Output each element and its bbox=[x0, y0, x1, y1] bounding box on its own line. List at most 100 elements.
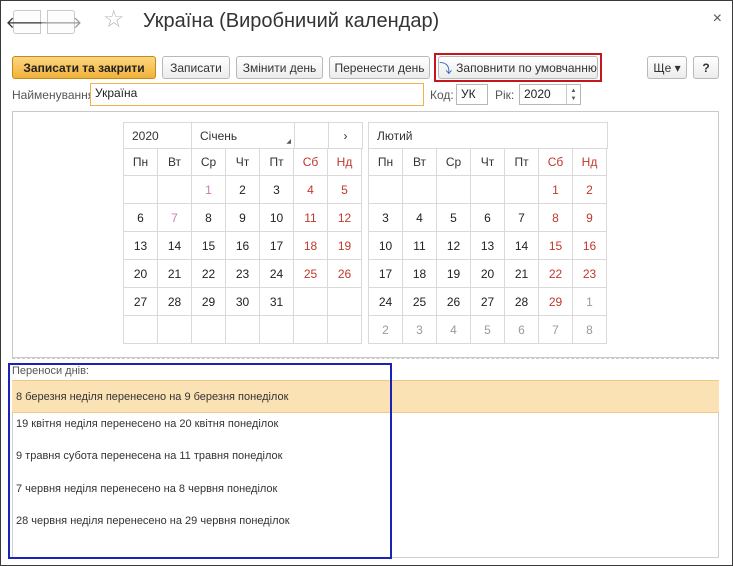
year-spinner[interactable]: ▲ ▼ bbox=[566, 85, 580, 104]
day-cell[interactable]: 20 bbox=[124, 260, 158, 288]
day-cell[interactable]: 16 bbox=[573, 232, 607, 260]
weekday-header: Ср bbox=[437, 149, 471, 176]
close-icon[interactable]: × bbox=[713, 10, 722, 28]
day-cell[interactable]: 15 bbox=[539, 232, 573, 260]
empty-cell bbox=[437, 176, 471, 204]
day-cell[interactable]: 23 bbox=[573, 260, 607, 288]
day-cell[interactable]: 7 bbox=[539, 316, 573, 344]
splitter[interactable] bbox=[12, 358, 719, 359]
next-month-button[interactable]: › bbox=[329, 123, 362, 148]
day-cell[interactable]: 6 bbox=[124, 204, 158, 232]
day-cell[interactable]: 5 bbox=[471, 316, 505, 344]
day-cell[interactable]: 19 bbox=[437, 260, 471, 288]
calendar-panel bbox=[12, 111, 719, 358]
calendar-year[interactable]: 2020 bbox=[124, 123, 192, 148]
forward-button[interactable]: 🡒 bbox=[40, 10, 82, 34]
day-cell[interactable]: 13 bbox=[124, 232, 158, 260]
day-cell[interactable]: 4 bbox=[437, 316, 471, 344]
day-cell[interactable]: 8 bbox=[192, 204, 226, 232]
save-button[interactable]: Записати bbox=[162, 56, 230, 79]
spin-down-icon[interactable]: ▼ bbox=[571, 95, 577, 103]
day-cell[interactable]: 14 bbox=[158, 232, 192, 260]
day-cell[interactable]: 22 bbox=[192, 260, 226, 288]
year-input[interactable]: 2020 ▲ ▼ bbox=[519, 84, 581, 105]
day-cell[interactable]: 25 bbox=[294, 260, 328, 288]
day-cell[interactable]: 28 bbox=[158, 288, 192, 316]
back-button[interactable]: 🡐 bbox=[6, 10, 48, 34]
day-cell[interactable]: 17 bbox=[369, 260, 403, 288]
help-button[interactable]: ? bbox=[693, 56, 719, 79]
day-cell[interactable]: 18 bbox=[294, 232, 328, 260]
day-cell[interactable]: 15 bbox=[192, 232, 226, 260]
move-day-button[interactable]: Перенести день bbox=[329, 56, 430, 79]
day-cell[interactable]: 1 bbox=[573, 288, 607, 316]
day-cell[interactable]: 12 bbox=[328, 204, 362, 232]
day-cell[interactable]: 8 bbox=[539, 204, 573, 232]
day-cell[interactable]: 13 bbox=[471, 232, 505, 260]
save-and-close-button[interactable]: Записати та закрити bbox=[12, 56, 156, 79]
day-cell[interactable]: 5 bbox=[328, 176, 362, 204]
corner-triangle-icon: ◢ bbox=[286, 139, 291, 145]
header-spacer bbox=[295, 123, 329, 148]
day-cell[interactable]: 3 bbox=[260, 176, 294, 204]
favorite-star-icon[interactable]: ☆ bbox=[103, 8, 125, 32]
day-cell[interactable]: 30 bbox=[226, 288, 260, 316]
day-cell[interactable]: 21 bbox=[505, 260, 539, 288]
name-input[interactable]: Україна bbox=[90, 83, 424, 106]
calendar-month-january[interactable]: Січень ◢ bbox=[192, 123, 295, 148]
day-cell[interactable]: 27 bbox=[471, 288, 505, 316]
day-cell[interactable]: 1 bbox=[192, 176, 226, 204]
weekday-header: Нд bbox=[573, 149, 607, 176]
day-cell[interactable]: 4 bbox=[294, 176, 328, 204]
day-cell[interactable]: 28 bbox=[505, 288, 539, 316]
day-cell[interactable]: 4 bbox=[403, 204, 437, 232]
day-cell[interactable]: 29 bbox=[539, 288, 573, 316]
day-cell[interactable]: 3 bbox=[369, 204, 403, 232]
day-cell[interactable]: 14 bbox=[505, 232, 539, 260]
day-cell[interactable]: 27 bbox=[124, 288, 158, 316]
day-cell[interactable]: 5 bbox=[437, 204, 471, 232]
day-cell[interactable]: 2 bbox=[369, 316, 403, 344]
weekday-header: Ср bbox=[192, 149, 226, 176]
calendar-february: Лютий Пн Вт Ср Чт Пт Сб Нд 1 2 3 4 5 6 7 8 9 10 11 12 13 14 1… bbox=[368, 122, 608, 344]
day-cell[interactable]: 10 bbox=[369, 232, 403, 260]
day-cell[interactable]: 10 bbox=[260, 204, 294, 232]
day-cell[interactable]: 25 bbox=[403, 288, 437, 316]
day-cell[interactable]: 3 bbox=[403, 316, 437, 344]
day-cell[interactable]: 1 bbox=[539, 176, 573, 204]
day-cell[interactable]: 31 bbox=[260, 288, 294, 316]
year-label: Рік: bbox=[495, 88, 515, 102]
empty-cell bbox=[192, 316, 226, 344]
day-cell[interactable]: 12 bbox=[437, 232, 471, 260]
day-cell[interactable]: 2 bbox=[226, 176, 260, 204]
day-cell[interactable]: 26 bbox=[437, 288, 471, 316]
more-button[interactable]: Ще ▾ bbox=[647, 56, 687, 79]
day-cell[interactable]: 21 bbox=[158, 260, 192, 288]
day-cell[interactable]: 7 bbox=[158, 204, 192, 232]
day-cell[interactable]: 22 bbox=[539, 260, 573, 288]
day-cell[interactable]: 29 bbox=[192, 288, 226, 316]
day-cell[interactable]: 18 bbox=[403, 260, 437, 288]
empty-cell bbox=[158, 176, 192, 204]
day-cell[interactable]: 11 bbox=[294, 204, 328, 232]
day-cell[interactable]: 6 bbox=[471, 204, 505, 232]
spin-up-icon[interactable]: ▲ bbox=[571, 87, 577, 95]
day-cell[interactable]: 7 bbox=[505, 204, 539, 232]
change-day-button[interactable]: Змінити день bbox=[236, 56, 323, 79]
fill-default-button[interactable]: ⤵ Заповнити по умовчанню bbox=[438, 56, 598, 79]
day-cell[interactable]: 16 bbox=[226, 232, 260, 260]
day-cell[interactable]: 26 bbox=[328, 260, 362, 288]
day-cell[interactable]: 2 bbox=[573, 176, 607, 204]
day-cell[interactable]: 9 bbox=[226, 204, 260, 232]
day-cell[interactable]: 8 bbox=[573, 316, 607, 344]
day-cell[interactable]: 23 bbox=[226, 260, 260, 288]
day-cell[interactable]: 24 bbox=[369, 288, 403, 316]
day-cell[interactable]: 6 bbox=[505, 316, 539, 344]
day-cell[interactable]: 9 bbox=[573, 204, 607, 232]
day-cell[interactable]: 20 bbox=[471, 260, 505, 288]
day-cell[interactable]: 24 bbox=[260, 260, 294, 288]
code-input[interactable]: УК bbox=[456, 84, 488, 105]
day-cell[interactable]: 11 bbox=[403, 232, 437, 260]
day-cell[interactable]: 19 bbox=[328, 232, 362, 260]
day-cell[interactable]: 17 bbox=[260, 232, 294, 260]
